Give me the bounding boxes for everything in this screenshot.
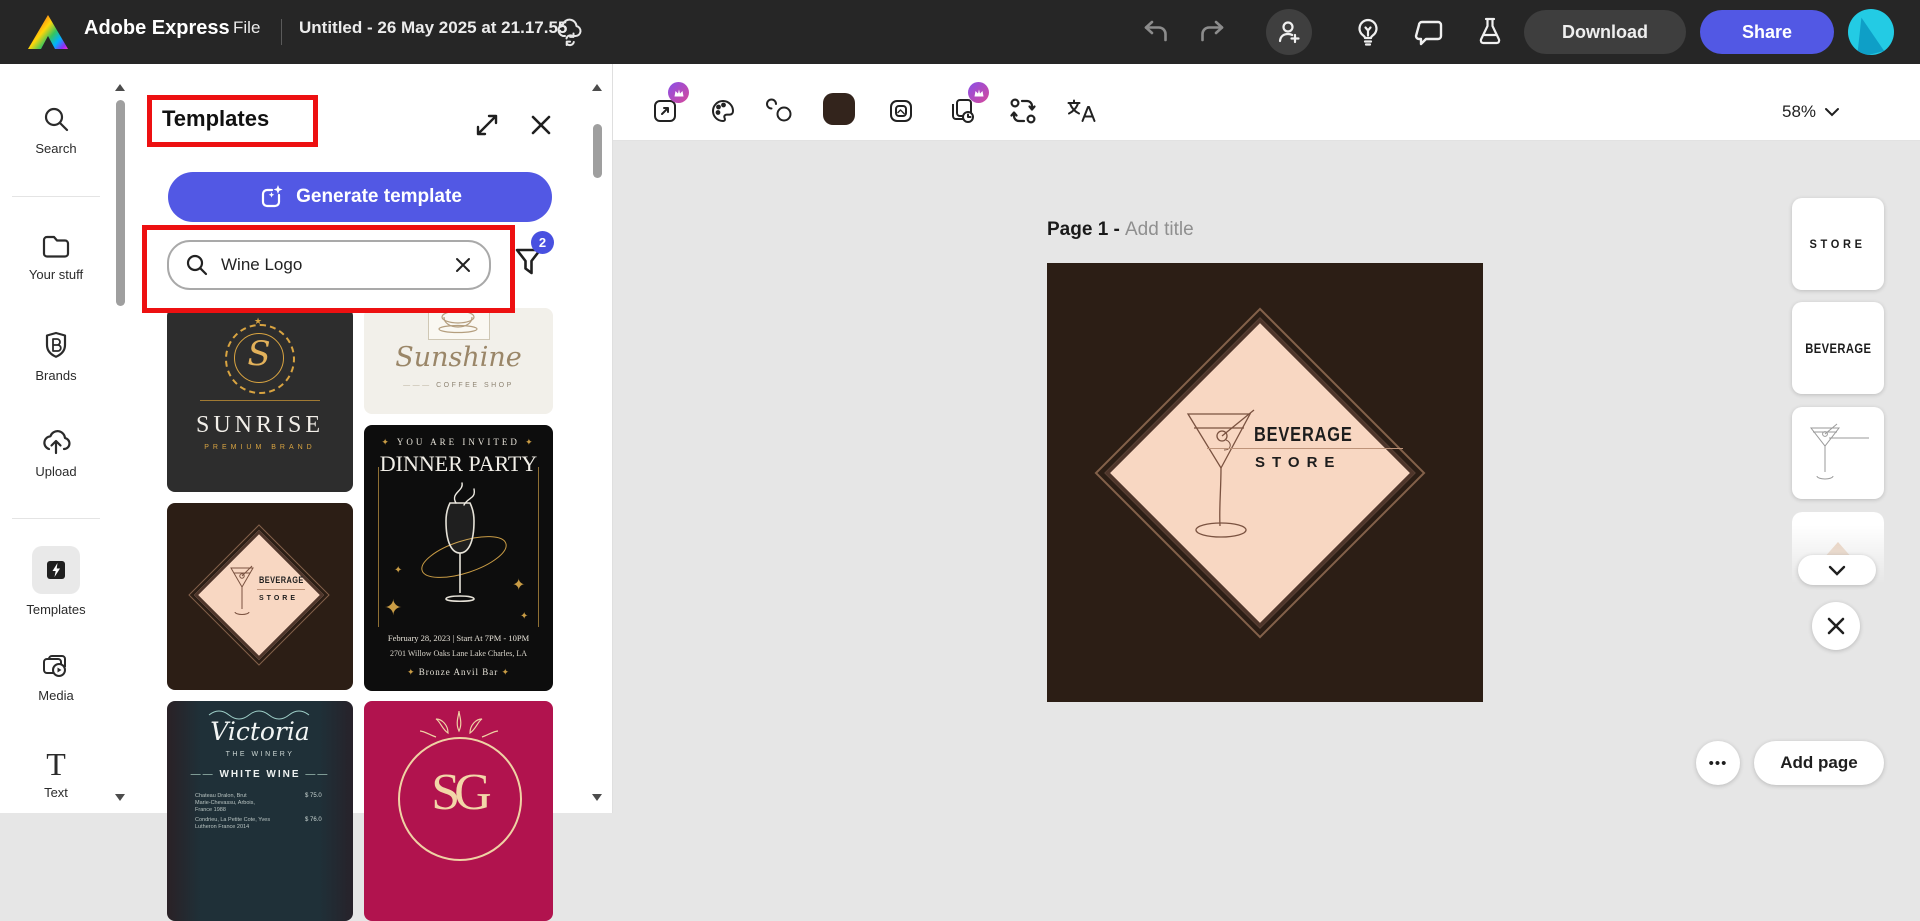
template-card-sg-monogram[interactable]: SG	[364, 701, 553, 921]
templates-icon	[47, 561, 65, 579]
app-title: Adobe Express	[84, 17, 230, 39]
premium-crown-badge	[668, 82, 689, 103]
sidebar-item-your-stuff[interactable]: Your stuff	[0, 232, 112, 282]
martini-glass-thumb	[1809, 423, 1869, 480]
more-options-button[interactable]: •••	[1696, 741, 1740, 785]
sidebar-item-brands[interactable]: Brands	[0, 330, 112, 383]
download-button[interactable]: Download	[1524, 10, 1686, 54]
design-divider-line	[1207, 448, 1403, 449]
sidebar-divider	[12, 518, 100, 519]
generate-sparkle-icon	[261, 185, 283, 208]
redo-icon[interactable]	[1198, 18, 1228, 46]
share-button[interactable]: Share	[1700, 10, 1834, 54]
feedback-chat-icon[interactable]	[1414, 18, 1444, 48]
swap-icon[interactable]	[1006, 94, 1040, 128]
sidebar-item-upload[interactable]: Upload	[0, 428, 112, 479]
expand-panel-icon[interactable]	[474, 112, 500, 138]
page-thumbnail-beverage[interactable]: BEVERAGE	[1792, 302, 1884, 394]
sidebar-divider	[12, 196, 100, 197]
design-text-line2: STORE	[1255, 454, 1342, 471]
close-panel-icon[interactable]	[528, 112, 554, 138]
close-pages-button[interactable]	[1812, 602, 1860, 650]
close-icon	[1827, 617, 1845, 635]
wine-glass-art	[421, 482, 507, 603]
chevron-down-icon	[1825, 108, 1840, 117]
color-harmony-icon[interactable]	[764, 94, 798, 128]
top-bar: Adobe Express File Untitled - 26 May 202…	[0, 0, 1920, 64]
folder-icon	[42, 235, 70, 258]
panel-scroll-down-arrow[interactable]	[592, 794, 602, 801]
zoom-control[interactable]: 58%	[1782, 102, 1840, 122]
document-title[interactable]: Untitled - 26 May 2025 at 21.17.55	[299, 18, 567, 38]
canvas-page[interactable]: BEVERAGE STORE	[1047, 263, 1483, 702]
panel-scrollbar-thumb[interactable]	[593, 124, 602, 178]
zoom-level: 58%	[1782, 102, 1817, 121]
template-card-dinner-party[interactable]: ✦ YOU ARE INVITED ✦ DINNER PARTY ✦ ✦ ✦ ✦…	[364, 425, 553, 691]
panel-scroll-up-arrow[interactable]	[592, 84, 602, 91]
page-title-placeholder[interactable]: Add title	[1125, 219, 1194, 241]
generate-template-button[interactable]: Generate template	[168, 172, 552, 222]
sidebar-item-search[interactable]: Search	[0, 104, 112, 156]
martini-glass-mini	[230, 565, 254, 615]
template-card-sunshine[interactable]: Sunshine ——— COFFEE SHOP	[364, 308, 553, 414]
annotation-box-title	[147, 95, 318, 147]
cloud-sync-icon[interactable]	[552, 16, 584, 48]
template-card-beverage-store[interactable]: BEVERAGE STORE	[167, 503, 353, 690]
frame-icon[interactable]	[884, 94, 918, 128]
annotation-box-search	[142, 225, 515, 313]
contextual-toolbar	[613, 64, 1920, 141]
sidebar-item-templates[interactable]: Templates	[0, 546, 112, 617]
topbar-divider	[281, 19, 282, 45]
template-card-sunrise[interactable]: S ★ SUNRISE PREMIUM BRAND	[167, 308, 353, 492]
chevron-down-icon	[1828, 565, 1846, 576]
cloud-upload-icon	[43, 430, 71, 455]
beta-flask-icon[interactable]	[1474, 15, 1506, 49]
sidebar-item-text[interactable]: T Text	[0, 748, 112, 800]
search-icon	[44, 107, 69, 132]
scroll-down-arrow[interactable]	[115, 794, 125, 801]
page-thumbnail-martini[interactable]	[1792, 407, 1884, 499]
text-icon: T	[46, 746, 66, 782]
avatar[interactable]	[1848, 9, 1894, 55]
add-collaborator-button[interactable]	[1266, 9, 1312, 55]
undo-icon[interactable]	[1140, 18, 1170, 46]
shield-b-icon	[45, 331, 67, 358]
filter-count-badge: 2	[531, 231, 554, 254]
page-thumbnail-store[interactable]: STORE	[1792, 198, 1884, 290]
template-card-victoria[interactable]: Victoria THE WINERY —— WHITE WINE —— Cha…	[167, 701, 353, 921]
expand-pages-button[interactable]	[1798, 555, 1876, 585]
premium-crown-badge	[968, 82, 989, 103]
add-person-icon	[1278, 21, 1300, 44]
file-menu[interactable]: File	[233, 18, 260, 38]
martini-glass-art	[1186, 409, 1255, 538]
scroll-up-arrow[interactable]	[115, 84, 125, 91]
lightbulb-icon[interactable]	[1352, 16, 1384, 48]
page-label: Page 1 -	[1047, 219, 1120, 240]
adobe-express-logo[interactable]	[28, 15, 68, 49]
media-icon	[43, 655, 66, 677]
design-text-line1: BEVERAGE	[1254, 424, 1353, 446]
diamond-shape	[1094, 307, 1426, 639]
sidebar-scrollbar-thumb[interactable]	[116, 100, 125, 306]
background-color-swatch[interactable]	[822, 92, 856, 126]
add-page-button[interactable]: Add page	[1754, 741, 1884, 785]
sidebar-item-media[interactable]: Media	[0, 652, 112, 703]
palette-icon[interactable]	[706, 94, 740, 128]
translate-icon[interactable]	[1064, 94, 1098, 128]
